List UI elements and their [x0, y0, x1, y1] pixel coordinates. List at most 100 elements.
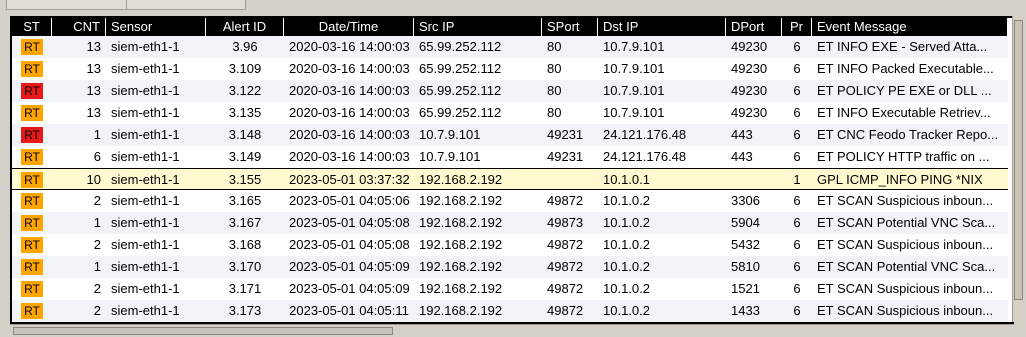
table-row[interactable]: RT 13 siem-eth1-1 3.122 2020-03-16 14:00:03 6… — [12, 80, 1008, 102]
cell-dport: 3306 — [731, 193, 760, 208]
cell-sensor: siem-eth1-1 — [111, 237, 180, 252]
header-col-sport[interactable]: SPort — [542, 18, 598, 36]
cell-dst-ip: 10.1.0.2 — [603, 303, 650, 318]
cell-src-ip: 65.99.252.112 — [419, 83, 502, 98]
table-row[interactable]: RT 1 siem-eth1-1 3.170 2023-05-01 04:05:09 19… — [12, 256, 1008, 278]
cell-datetime: 2023-05-01 04:05:06 — [289, 193, 410, 208]
cell-event-message: ET SCAN Suspicious inboun... — [817, 193, 994, 208]
horizontal-scrollbar[interactable] — [10, 324, 1014, 337]
cell-datetime: 2020-03-16 14:00:03 — [289, 105, 410, 120]
cell-dst-ip: 10.7.9.101 — [603, 61, 665, 76]
cell-sensor: siem-eth1-1 — [111, 172, 180, 187]
cell-event-message: ET POLICY PE EXE or DLL ... — [817, 83, 992, 98]
cell-pr: 6 — [793, 193, 801, 208]
header-col-src-ip[interactable]: Src IP — [414, 18, 542, 36]
cell-sport: 49873 — [547, 215, 584, 230]
header-col-alert-id[interactable]: Alert ID — [206, 18, 284, 36]
cell-sensor: siem-eth1-1 — [111, 105, 180, 120]
cell-event-message: ET POLICY HTTP traffic on ... — [817, 149, 990, 164]
tab-stub-right[interactable] — [126, 0, 246, 10]
tab-stub-left[interactable] — [6, 0, 128, 10]
table-row[interactable]: RT 13 siem-eth1-1 3.109 2020-03-16 14:00:03 6… — [12, 58, 1008, 80]
cell-event-message: ET SCAN Suspicious inboun... — [817, 237, 994, 252]
vertical-scrollbar[interactable] — [1012, 16, 1025, 322]
cell-src-ip: 192.168.2.192 — [419, 281, 503, 296]
status-badge: RT — [21, 303, 43, 319]
table-row[interactable]: RT 13 siem-eth1-1 3.135 2020-03-16 14:00:03 6… — [12, 102, 1008, 124]
cell-src-ip: 192.168.2.192 — [419, 172, 503, 187]
cell-dport: 5432 — [731, 237, 760, 252]
cell-sport: 49231 — [547, 149, 584, 164]
cell-dst-ip: 10.1.0.2 — [603, 215, 650, 230]
header-col-pr[interactable]: Pr — [782, 18, 812, 36]
cell-alert-id: 3.167 — [228, 215, 262, 230]
cell-dport: 49230 — [731, 105, 768, 120]
cell-src-ip: 10.7.9.101 — [419, 149, 481, 164]
cell-src-ip: 192.168.2.192 — [419, 259, 503, 274]
cell-src-ip: 65.99.252.112 — [419, 61, 502, 76]
cell-pr: 6 — [793, 105, 801, 120]
table-row[interactable]: RT 2 siem-eth1-1 3.168 2023-05-01 04:05:08 19… — [12, 234, 1008, 256]
vertical-scroll-thumb[interactable] — [1014, 20, 1023, 300]
cell-src-ip: 192.168.2.192 — [419, 215, 503, 230]
table-row[interactable]: RT 1 siem-eth1-1 3.167 2023-05-01 04:05:08 19… — [12, 212, 1008, 234]
cell-dport: 49230 — [731, 61, 768, 76]
status-badge: RT — [21, 127, 43, 143]
cell-cnt: 13 — [86, 105, 101, 120]
table-row[interactable]: RT 2 siem-eth1-1 3.165 2023-05-01 04:05:06 19… — [12, 190, 1008, 212]
cell-sport: 49872 — [547, 237, 584, 252]
table-row[interactable]: RT 2 siem-eth1-1 3.173 2023-05-01 04:05:11 19… — [12, 300, 1008, 322]
cell-event-message: ET INFO EXE - Served Atta... — [817, 39, 988, 54]
table-row[interactable]: RT 1 siem-eth1-1 3.148 2020-03-16 14:00:03 10… — [12, 124, 1008, 146]
status-badge: RT — [21, 149, 43, 165]
table-row[interactable]: RT 13 siem-eth1-1 3.96 2020-03-16 14:00:03 65… — [12, 36, 1008, 58]
horizontal-scroll-thumb[interactable] — [13, 327, 393, 335]
cell-alert-id: 3.168 — [228, 237, 262, 252]
cell-sensor: siem-eth1-1 — [111, 83, 180, 98]
cell-datetime: 2023-05-01 04:05:09 — [289, 281, 410, 296]
cell-pr: 1 — [793, 172, 801, 187]
cell-pr: 6 — [793, 149, 801, 164]
cell-datetime: 2020-03-16 14:00:03 — [289, 83, 410, 98]
cell-alert-id: 3.170 — [228, 259, 262, 274]
cell-dport — [726, 169, 782, 191]
cell-src-ip: 10.7.9.101 — [419, 127, 481, 142]
cell-alert-id: 3.165 — [228, 193, 262, 208]
cell-pr: 6 — [793, 39, 801, 54]
cell-datetime: 2023-05-01 04:05:09 — [289, 259, 410, 274]
cell-alert-id: 3.96 — [232, 39, 258, 54]
cell-sport: 80 — [547, 39, 562, 54]
header-col-dst-ip[interactable]: Dst IP — [598, 18, 726, 36]
header-col-dport[interactable]: DPort — [726, 18, 782, 36]
cell-event-message: ET SCAN Potential VNC Sca... — [817, 215, 996, 230]
cell-cnt: 2 — [93, 281, 101, 296]
cell-dport: 443 — [731, 149, 753, 164]
status-badge: RT — [21, 281, 43, 297]
cell-cnt: 10 — [86, 172, 101, 187]
cell-cnt: 1 — [93, 259, 101, 274]
header-col-st[interactable]: ST — [12, 18, 52, 36]
header-col-sensor[interactable]: Sensor — [106, 18, 206, 36]
table-row[interactable]: RT 6 siem-eth1-1 3.149 2020-03-16 14:00:03 10… — [12, 146, 1008, 168]
cell-sensor: siem-eth1-1 — [111, 303, 180, 318]
table-row[interactable]: RT 10 siem-eth1-1 3.155 2023-05-01 03:37:32 1… — [12, 168, 1008, 190]
status-badge: RT — [21, 83, 43, 99]
cell-dst-ip: 10.7.9.101 — [603, 83, 665, 98]
status-badge: RT — [21, 237, 43, 253]
cell-alert-id: 3.148 — [228, 127, 262, 142]
cell-dport: 49230 — [731, 39, 768, 54]
cell-datetime: 2023-05-01 03:37:32 — [289, 172, 410, 187]
header-col-datetime[interactable]: Date/Time — [284, 18, 414, 36]
cell-dst-ip: 10.7.9.101 — [603, 39, 665, 54]
cell-cnt: 1 — [93, 127, 101, 142]
cell-dst-ip: 10.1.0.2 — [603, 237, 650, 252]
header-col-event-message[interactable]: Event Message — [812, 18, 1008, 36]
cell-src-ip: 65.99.252.112 — [419, 39, 502, 54]
cell-dst-ip: 10.7.9.101 — [603, 105, 665, 120]
cell-sensor: siem-eth1-1 — [111, 149, 180, 164]
cell-src-ip: 192.168.2.192 — [419, 237, 503, 252]
table-row[interactable]: RT 2 siem-eth1-1 3.171 2023-05-01 04:05:09 19… — [12, 278, 1008, 300]
cell-pr: 6 — [793, 83, 801, 98]
header-col-cnt[interactable]: CNT — [52, 18, 106, 36]
cell-sport: 49872 — [547, 281, 584, 296]
